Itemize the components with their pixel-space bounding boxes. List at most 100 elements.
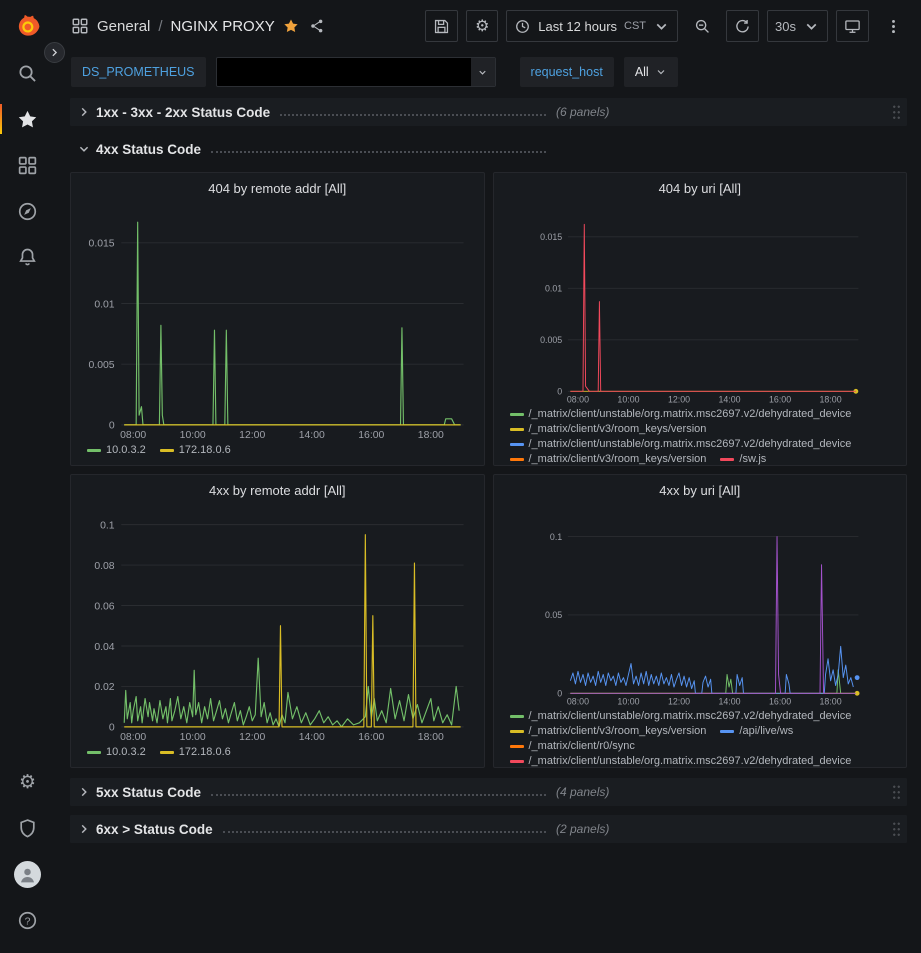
breadcrumb-separator: / xyxy=(158,18,162,35)
share-icon[interactable] xyxy=(309,18,325,34)
svg-text:10:00: 10:00 xyxy=(180,732,206,743)
breadcrumb-folder[interactable]: General xyxy=(97,18,150,35)
svg-text:0.015: 0.015 xyxy=(540,232,562,242)
zoom-out-icon xyxy=(694,18,711,35)
panel-title[interactable]: 404 by uri [All] xyxy=(494,173,907,203)
svg-text:16:00: 16:00 xyxy=(769,395,791,405)
svg-text:0: 0 xyxy=(109,723,115,734)
save-icon xyxy=(433,18,450,35)
kiosk-mode-button[interactable] xyxy=(836,10,869,42)
time-range-picker[interactable]: Last 12 hours CST xyxy=(506,10,678,42)
legend-item[interactable]: /_matrix/client/v3/room_keys/version xyxy=(510,725,707,738)
svg-text:0.1: 0.1 xyxy=(100,520,115,531)
svg-text:18:00: 18:00 xyxy=(418,430,444,441)
zoom-out-button[interactable] xyxy=(686,10,718,42)
section-header-5xx[interactable]: 5xx Status Code (4 panels) xyxy=(70,778,907,806)
svg-text:0: 0 xyxy=(557,689,562,699)
dashboard-apps-icon[interactable] xyxy=(71,17,89,35)
svg-text:16:00: 16:00 xyxy=(358,430,384,441)
topbar-actions: ⚙ Last 12 hours CST xyxy=(425,10,909,42)
sidebar-item-dashboards[interactable] xyxy=(0,142,55,188)
panel-title[interactable]: 404 by remote addr [All] xyxy=(71,173,484,203)
gear-icon: ⚙ xyxy=(19,773,36,792)
timeseries-chart[interactable]: 00.0050.010.01508:0010:0012:0014:0016:00… xyxy=(494,203,907,405)
sidebar-item-alerting[interactable] xyxy=(0,234,55,280)
dashboard-title[interactable]: NGINX PROXY xyxy=(171,18,275,35)
shield-icon xyxy=(17,818,38,839)
main-area: General / NGINX PROXY xyxy=(55,0,921,953)
request-host-select[interactable]: All xyxy=(624,57,678,87)
section-panel-count: (2 panels) xyxy=(556,822,609,836)
svg-text:12:00: 12:00 xyxy=(239,732,265,743)
chevron-down-icon xyxy=(78,143,90,155)
user-icon xyxy=(17,864,38,885)
sidebar-item-profile[interactable] xyxy=(0,851,55,897)
svg-text:18:00: 18:00 xyxy=(819,697,841,707)
timeseries-chart[interactable]: 00.0050.010.01508:0010:0012:0014:0016:00… xyxy=(71,203,484,441)
chevron-right-icon xyxy=(49,47,60,58)
section-drag-handle[interactable] xyxy=(892,784,901,801)
sidebar-expand-toggle[interactable] xyxy=(44,42,65,63)
legend-item[interactable]: /_matrix/client/r0/sync xyxy=(510,740,635,753)
svg-text:0.02: 0.02 xyxy=(94,682,114,693)
legend-item[interactable]: 172.18.0.6 xyxy=(160,746,231,759)
svg-text:0.015: 0.015 xyxy=(89,239,115,250)
legend-series-swatch xyxy=(510,428,524,431)
panel-title[interactable]: 4xx by uri [All] xyxy=(494,475,907,505)
legend-item[interactable]: /_matrix/client/unstable/org.matrix.msc2… xyxy=(510,710,852,723)
section-drag-handle[interactable] xyxy=(892,104,901,121)
time-zone-label: CST xyxy=(624,20,646,32)
section-panel-count: (4 panels) xyxy=(556,785,609,799)
timeseries-chart[interactable]: 00.020.040.060.080.108:0010:0012:0014:00… xyxy=(71,505,484,743)
help-icon: ? xyxy=(17,910,38,931)
save-dashboard-button[interactable] xyxy=(425,10,458,42)
refresh-interval-select[interactable]: 30s xyxy=(767,10,828,42)
sidebar-item-starred[interactable] xyxy=(0,96,55,142)
section-header-1xx-3xx-2xx[interactable]: 1xx - 3xx - 2xx Status Code (6 panels) xyxy=(70,98,907,126)
svg-text:12:00: 12:00 xyxy=(239,430,265,441)
request-host-variable-label[interactable]: request_host xyxy=(520,57,614,87)
legend-series-swatch xyxy=(160,449,174,452)
svg-text:0.01: 0.01 xyxy=(94,299,114,310)
svg-text:0.05: 0.05 xyxy=(545,610,562,620)
legend-series-label: /_matrix/client/unstable/org.matrix.msc2… xyxy=(529,710,852,723)
legend-item[interactable]: 10.0.3.2 xyxy=(87,746,146,759)
more-options-button[interactable] xyxy=(877,10,909,42)
grafana-logo[interactable] xyxy=(0,6,55,50)
section-header-6xx[interactable]: 6xx > Status Code (2 panels) xyxy=(70,815,907,843)
datasource-variable-label[interactable]: DS_PROMETHEUS xyxy=(71,57,206,87)
panel-404-by-remote-addr: 404 by remote addr [All] 00.0050.010.015… xyxy=(70,172,485,466)
sidebar-item-configuration[interactable]: ⚙ xyxy=(0,759,55,805)
section-header-4xx[interactable]: 4xx Status Code xyxy=(70,135,907,163)
legend-series-swatch xyxy=(87,751,101,754)
chevron-right-icon xyxy=(78,823,90,835)
legend-item[interactable]: /_matrix/client/v3/room_keys/version xyxy=(510,453,707,466)
legend-item[interactable]: /api/live/ws xyxy=(720,725,793,738)
legend-item[interactable]: /_matrix/client/v3/room_keys/version xyxy=(510,423,707,436)
section-dots xyxy=(280,114,546,116)
timeseries-chart[interactable]: 00.050.108:0010:0012:0014:0016:0018:00 xyxy=(494,505,907,707)
section-drag-handle[interactable] xyxy=(892,821,901,838)
chevron-right-icon xyxy=(78,106,90,118)
legend-item[interactable]: /_matrix/client/unstable/org.matrix.msc2… xyxy=(510,755,852,768)
legend-item[interactable]: /_matrix/client/unstable/org.matrix.msc2… xyxy=(510,438,852,451)
dashboard-settings-button[interactable]: ⚙ xyxy=(466,10,498,42)
panel-4xx-by-remote-addr: 4xx by remote addr [All] 00.020.040.060.… xyxy=(70,474,485,768)
legend-series-swatch xyxy=(510,745,524,748)
legend-series-label: 10.0.3.2 xyxy=(106,746,146,759)
panel-title[interactable]: 4xx by remote addr [All] xyxy=(71,475,484,505)
legend-item[interactable]: 172.18.0.6 xyxy=(160,444,231,457)
sidebar-item-help[interactable]: ? xyxy=(0,897,55,943)
legend-series-label: /_matrix/client/v3/room_keys/version xyxy=(529,725,707,738)
legend-item[interactable]: /_matrix/client/unstable/org.matrix.msc2… xyxy=(510,408,852,421)
sidebar-item-explore[interactable] xyxy=(0,188,55,234)
refresh-button[interactable] xyxy=(726,10,759,42)
legend-series-label: /_matrix/client/unstable/org.matrix.msc2… xyxy=(529,755,852,768)
datasource-select[interactable] xyxy=(216,57,496,87)
sidebar-item-server-admin[interactable] xyxy=(0,805,55,851)
panel-legend: /_matrix/client/unstable/org.matrix.msc2… xyxy=(494,707,907,768)
favorite-star-icon[interactable] xyxy=(283,18,299,34)
legend-item[interactable]: /sw.js xyxy=(720,453,766,466)
legend-item[interactable]: 10.0.3.2 xyxy=(87,444,146,457)
clock-icon xyxy=(514,18,531,35)
